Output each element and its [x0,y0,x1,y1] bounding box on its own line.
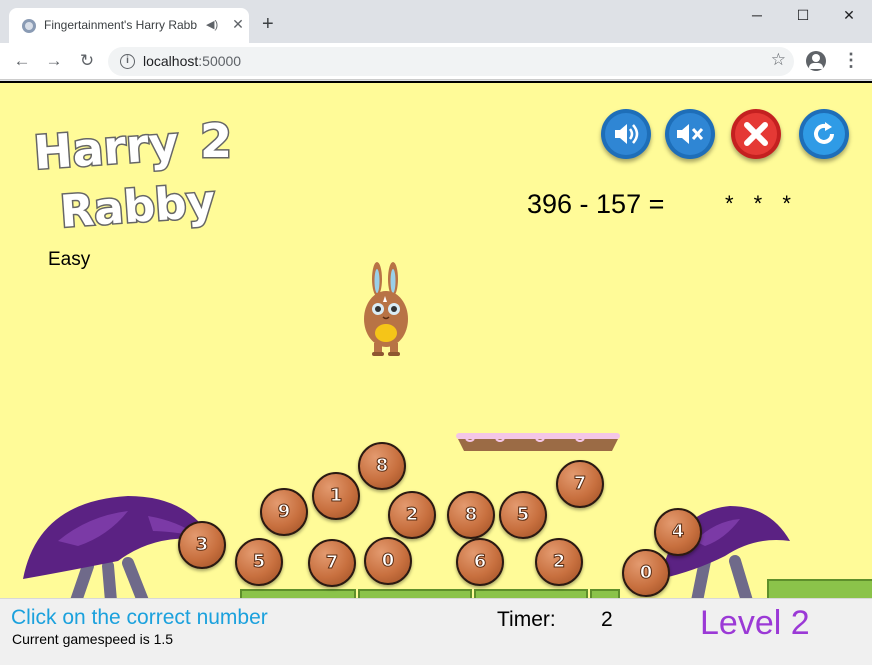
number-ball[interactable]: 3 [178,521,226,569]
logo-line2: Rabby [58,176,216,237]
number-ball[interactable]: 2 [535,538,583,586]
reload-button[interactable]: ↻ [75,49,99,73]
ball-number: 0 [381,550,395,572]
sound-on-button[interactable] [601,109,651,159]
sound-off-button[interactable] [665,109,715,159]
lives-indicator: * * * [725,191,798,216]
restart-icon [803,113,845,155]
tab-title: Fingertainment's Harry Rabb [44,18,198,32]
sound-off-icon [669,113,711,155]
logo-number: 2 [200,114,232,168]
number-ball[interactable]: 7 [308,539,356,587]
maximize-button[interactable]: ☐ [780,0,826,30]
favicon-icon [22,19,36,33]
number-ball[interactable]: 2 [388,491,436,539]
profile-icon[interactable] [806,51,826,71]
math-question: 396 - 157 = [527,189,665,219]
url-host: localhost [143,53,199,69]
browser-tab[interactable]: Fingertainment's Harry Rabb ◀) ✕ [9,8,249,43]
ball-number: 5 [516,504,530,526]
ball-number: 2 [552,551,566,573]
number-ball[interactable]: 6 [456,538,504,586]
instruction-text: Click on the correct number [11,606,268,629]
ball-number: 4 [671,521,685,543]
number-ball[interactable]: 8 [447,491,495,539]
tab-close-icon[interactable]: ✕ [229,15,247,33]
url-port: :50000 [198,53,242,69]
ball-number: 2 [405,504,419,526]
back-button[interactable]: ← [10,49,34,73]
timer-label: Timer: [497,608,556,631]
address-bar[interactable]: i localhost:50000 ☆ [108,47,794,76]
ball-number: 5 [252,551,266,573]
floating-platform [456,433,620,451]
ball-number: 7 [325,552,339,574]
ball-number: 3 [195,534,209,556]
game-canvas[interactable]: Harry 2 Rabby Easy 396 - 157 = * * * 8 1… [0,81,872,665]
close-icon [735,113,777,155]
url-text: localhost:50000 [143,53,241,69]
forward-button[interactable]: → [42,49,66,73]
speaker-icon[interactable]: ◀) [206,18,218,31]
ball-number: 1 [329,485,343,507]
site-info-icon[interactable]: i [120,54,135,69]
ball-number: 7 [573,473,587,495]
restart-button[interactable] [799,109,849,159]
number-ball[interactable]: 5 [499,491,547,539]
ball-number: 9 [277,501,291,523]
number-ball[interactable]: 7 [556,460,604,508]
browser-toolbar: ← → ↻ i localhost:50000 ☆ ⋮ [0,43,872,80]
level-indicator: Level 2 [700,604,810,642]
ball-number: 0 [639,562,653,584]
number-ball[interactable]: 9 [260,488,308,536]
bookmark-star-icon[interactable]: ☆ [771,50,786,70]
number-ball[interactable]: 0 [622,549,670,597]
sound-on-icon [605,113,647,155]
menu-icon[interactable]: ⋮ [842,50,860,71]
rabbit-character [364,262,408,356]
ball-number: 6 [473,551,487,573]
number-ball[interactable]: 0 [364,537,412,585]
difficulty-label: Easy [48,249,91,270]
number-ball[interactable]: 1 [312,472,360,520]
logo-line1: Harry [32,116,180,180]
game-logo: Harry 2 Rabby [31,113,234,238]
number-ball[interactable]: 4 [654,508,702,556]
tab-strip: Fingertainment's Harry Rabb ◀) ✕ + ─ ☐ ✕ [0,0,872,43]
ball-number: 8 [464,504,478,526]
close-game-button[interactable] [731,109,781,159]
number-ball[interactable]: 8 [358,442,406,490]
new-tab-button[interactable]: + [262,14,274,34]
timer-value: 2 [601,608,613,631]
window-close-button[interactable]: ✕ [826,0,872,30]
status-bar: Click on the correct number Current game… [0,598,872,665]
number-ball[interactable]: 5 [235,538,283,586]
ball-number: 8 [375,455,389,477]
gamespeed-text: Current gamespeed is 1.5 [12,631,174,647]
minimize-button[interactable]: ─ [734,0,780,30]
